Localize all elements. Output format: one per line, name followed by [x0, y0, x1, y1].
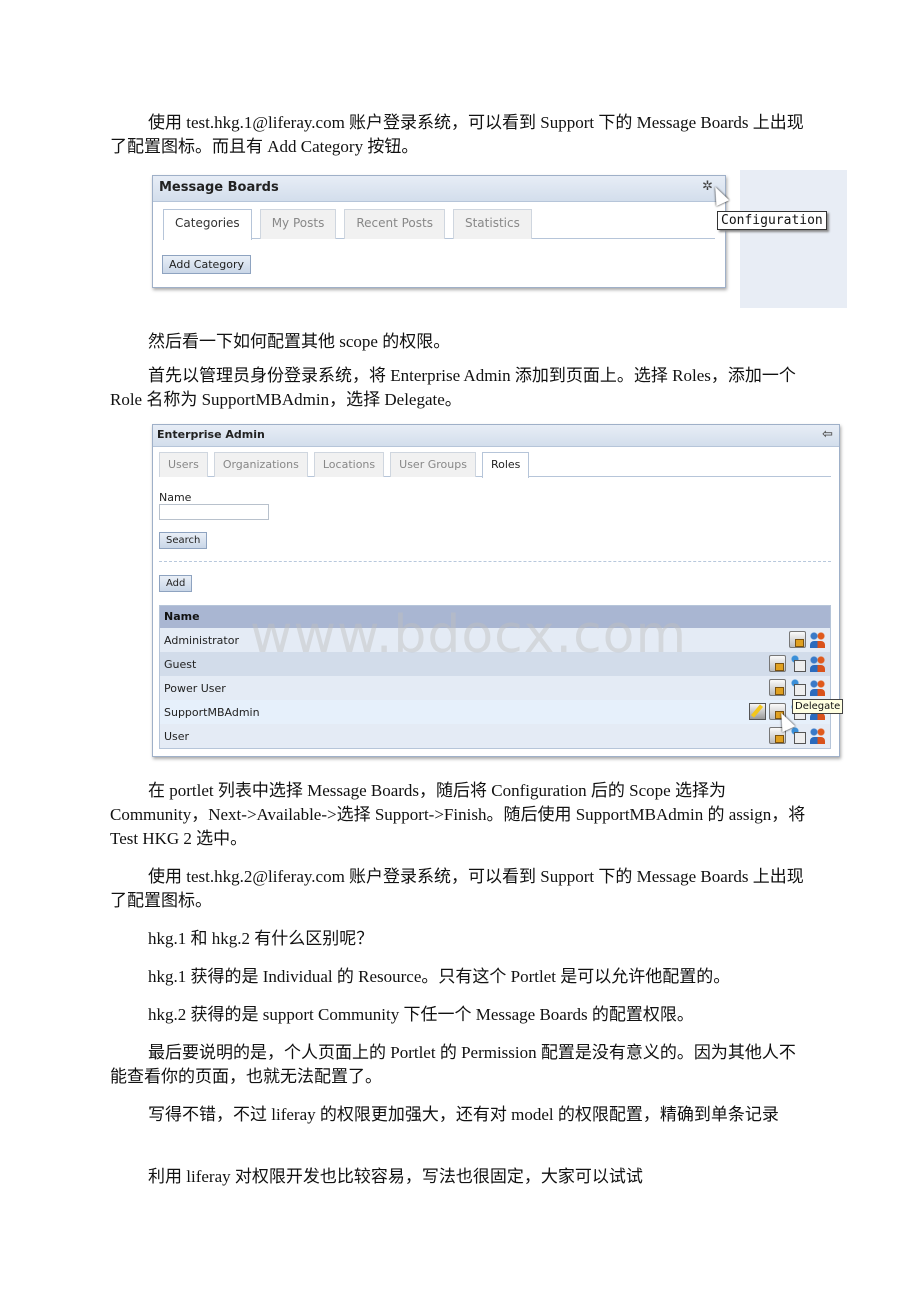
paragraph-9: 最后要说明的是，个人页面上的 Portlet 的 Permission 配置是没… — [110, 1043, 796, 1086]
table-row: Administrator — [160, 628, 830, 652]
tab-user-groups[interactable]: User Groups — [390, 452, 476, 477]
table-row: Power User — [160, 676, 830, 700]
search-button[interactable]: Search — [159, 532, 208, 549]
delegate-icon[interactable] — [789, 655, 806, 672]
paragraph-8: hkg.2 获得的是 support Community 下任一个 Messag… — [148, 1005, 694, 1024]
paragraph-2: 然后看一下如何配置其他 scope 的权限。 — [148, 332, 451, 351]
tab-roles[interactable]: Roles — [481, 452, 530, 478]
paragraph-1: 使用 test.hkg.1@liferay.com 账户登录系统，可以看到 Su… — [110, 113, 804, 156]
role-name[interactable]: Guest — [164, 658, 196, 671]
paragraph-4: 在 portlet 列表中选择 Message Boards，随后将 Confi… — [110, 781, 806, 848]
name-input[interactable] — [159, 504, 269, 520]
back-arrow-icon[interactable]: ⇦ — [822, 427, 833, 442]
roles-table: Name Administrator Guest Power User Supp… — [159, 605, 831, 749]
name-label: Name — [159, 491, 192, 504]
tab-bar: Categories My Posts Recent Posts Statist… — [163, 209, 715, 240]
enterprise-admin-portlet: Enterprise Admin ⇦ Users Organizations L… — [152, 424, 840, 757]
edit-icon[interactable] — [749, 703, 766, 720]
role-name[interactable]: User — [164, 730, 189, 743]
tab-categories[interactable]: Categories — [163, 209, 252, 240]
tab-locations[interactable]: Locations — [313, 452, 385, 477]
permissions-icon[interactable] — [769, 679, 786, 696]
table-header-name: Name — [160, 606, 830, 628]
delegate-icon[interactable] — [789, 679, 806, 696]
assign-members-icon[interactable] — [809, 679, 826, 696]
delegate-icon[interactable] — [789, 727, 806, 744]
tab-recent-posts[interactable]: Recent Posts — [344, 209, 445, 239]
add-button[interactable]: Add — [159, 575, 193, 592]
role-name[interactable]: SupportMBAdmin — [164, 706, 260, 719]
portlet-title: Message Boards — [159, 180, 279, 195]
table-row: Guest — [160, 652, 830, 676]
tab-bar: Users Organizations Locations User Group… — [159, 452, 831, 478]
role-name[interactable]: Power User — [164, 682, 226, 695]
permissions-icon[interactable] — [789, 631, 806, 648]
configuration-tooltip: Configuration — [717, 211, 827, 230]
portlet-header: Enterprise Admin ⇦ — [153, 425, 839, 447]
message-boards-portlet: Message Boards ✲ Categories My Posts Rec… — [152, 175, 726, 288]
screenshot-background — [740, 170, 847, 308]
portlet-header: Message Boards ✲ — [153, 176, 725, 202]
paragraph-11: 利用 liferay 对权限开发也比较容易，写法也很固定，大家可以试试 — [148, 1167, 643, 1186]
paragraph-7: hkg.1 获得的是 Individual 的 Resource。只有这个 Po… — [148, 967, 731, 986]
table-row: User — [160, 724, 830, 748]
delegate-tooltip: Delegate — [792, 699, 844, 714]
paragraph-6: hkg.1 和 hkg.2 有什么区别呢？ — [148, 929, 374, 948]
table-row: SupportMBAdmin — [160, 700, 830, 724]
paragraph-5: 使用 test.hkg.2@liferay.com 账户登录系统，可以看到 Su… — [110, 867, 804, 910]
assign-members-icon[interactable] — [809, 727, 826, 744]
paragraph-3: 首先以管理员身份登录系统，将 Enterprise Admin 添加到页面上。选… — [110, 366, 796, 409]
add-category-button[interactable]: Add Category — [162, 255, 252, 274]
role-name[interactable]: Administrator — [164, 634, 239, 647]
separator — [159, 561, 831, 562]
tab-my-posts[interactable]: My Posts — [259, 209, 337, 239]
tab-statistics[interactable]: Statistics — [452, 209, 532, 239]
paragraph-10: 写得不错，不过 liferay 的权限更加强大，还有对 model 的权限配置，… — [148, 1105, 779, 1124]
permissions-icon[interactable] — [769, 655, 786, 672]
tab-users[interactable]: Users — [159, 452, 208, 477]
portlet-title: Enterprise Admin — [157, 428, 265, 441]
tab-organizations[interactable]: Organizations — [213, 452, 308, 477]
assign-members-icon[interactable] — [809, 655, 826, 672]
assign-members-icon[interactable] — [809, 631, 826, 648]
